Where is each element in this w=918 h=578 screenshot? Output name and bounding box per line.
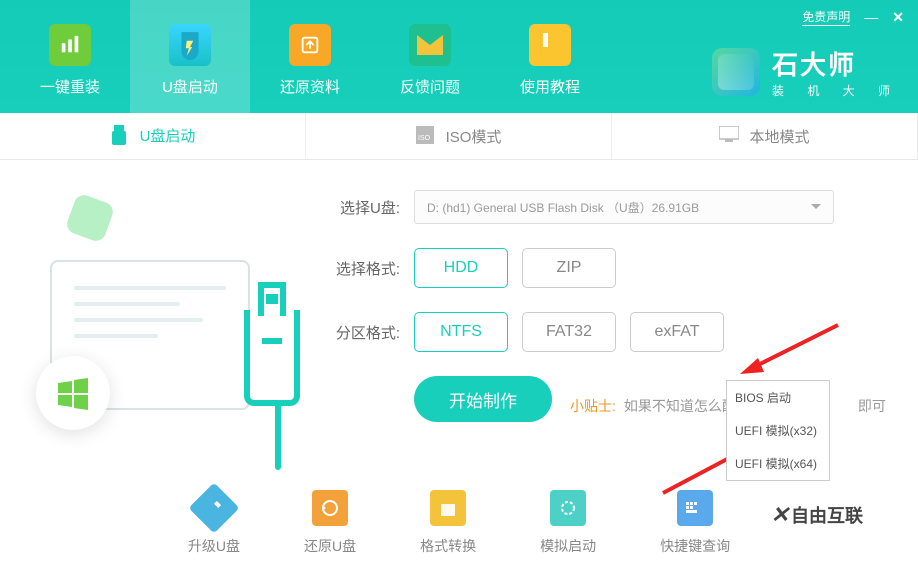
tip-tail: 即可 [858, 396, 886, 416]
mode-tabs: U盘启动 ISO ISO模式 本地模式 [0, 113, 918, 160]
watermark-x-icon: ✕ [771, 502, 787, 528]
format-label: 选择格式: [320, 258, 400, 279]
reinstall-icon [49, 24, 91, 66]
fs-option-ntfs[interactable]: NTFS [414, 312, 508, 352]
feedback-icon [409, 24, 451, 66]
logo-mark-icon [712, 48, 760, 96]
tool-label: 升级U盘 [188, 536, 240, 556]
tool-upgrade-usb[interactable]: 升级U盘 [188, 490, 240, 556]
tool-format-convert[interactable]: 格式转换 [420, 490, 476, 556]
nav-label: 一键重装 [40, 76, 100, 97]
watermark-text: 自由互联 [791, 502, 863, 528]
close-button[interactable]: ✕ [892, 9, 904, 26]
nav-label: 反馈问题 [400, 76, 460, 97]
hotkey-icon [677, 490, 713, 526]
nav-item-usb-boot[interactable]: U盘启动 [130, 0, 250, 113]
format-convert-icon [430, 490, 466, 526]
tool-restore-usb[interactable]: 还原U盘 [304, 490, 356, 556]
svg-text:ISO: ISO [418, 135, 431, 142]
windows-icon [36, 356, 110, 430]
local-icon [719, 126, 739, 146]
tool-simulate-boot[interactable]: 模拟启动 [540, 490, 596, 556]
nav-label: 还原资料 [280, 76, 340, 97]
nav-item-reinstall[interactable]: 一键重装 [10, 0, 130, 113]
disclaimer-link[interactable]: 免责声明 [802, 8, 850, 26]
popup-item-uefi-x32[interactable]: UEFI 模拟(x32) [727, 414, 829, 447]
usb-icon [110, 125, 130, 145]
tool-label: 格式转换 [420, 536, 476, 556]
simulate-boot-icon [550, 490, 586, 526]
tab-label: ISO模式 [446, 126, 502, 147]
main-nav: 一键重装 U盘启动 还原资料 反馈问题 使用教程 [10, 0, 610, 113]
brand-logo: 石大师 装 机 大 师 [712, 45, 900, 99]
restore-usb-icon [312, 490, 348, 526]
illustration [30, 190, 290, 480]
popup-item-bios[interactable]: BIOS 启动 [727, 381, 829, 414]
usb-select-value: D: (hd1) General USB Flash Disk （U盘）26.9… [427, 199, 699, 216]
chevron-down-icon [811, 204, 821, 214]
brand-subtitle: 装 机 大 师 [772, 82, 900, 99]
tool-hotkey-lookup[interactable]: 快捷键查询 [660, 490, 730, 556]
tab-iso-mode[interactable]: ISO ISO模式 [306, 113, 612, 159]
restore-icon [289, 24, 331, 66]
minimize-button[interactable]: — [864, 9, 878, 25]
usb-boot-icon [169, 24, 211, 66]
format-option-hdd[interactable]: HDD [414, 248, 508, 288]
fs-option-fat32[interactable]: FAT32 [522, 312, 616, 352]
brand-name: 石大师 [772, 45, 900, 82]
watermark: ✕ 自由互联 [771, 502, 863, 528]
title-bar: 免责声明 — ✕ [788, 0, 918, 34]
start-button[interactable]: 开始制作 [414, 376, 552, 422]
fs-label: 分区格式: [320, 322, 400, 343]
tip-label: 小贴士: [570, 396, 616, 416]
tab-usb-boot[interactable]: U盘启动 [0, 113, 306, 159]
tab-label: U盘启动 [140, 125, 196, 146]
boot-mode-popup: BIOS 启动 UEFI 模拟(x32) UEFI 模拟(x64) [726, 380, 830, 481]
tab-local-mode[interactable]: 本地模式 [612, 113, 918, 159]
tool-label: 快捷键查询 [660, 536, 730, 556]
nav-item-restore[interactable]: 还原资料 [250, 0, 370, 113]
popup-item-uefi-x64[interactable]: UEFI 模拟(x64) [727, 447, 829, 480]
tool-label: 还原U盘 [304, 536, 356, 556]
nav-item-tutorial[interactable]: 使用教程 [490, 0, 610, 113]
app-header: 免责声明 — ✕ 一键重装 U盘启动 还原资料 反馈问题 [0, 0, 918, 113]
tool-label: 模拟启动 [540, 536, 596, 556]
fs-option-exfat[interactable]: exFAT [630, 312, 724, 352]
usb-select[interactable]: D: (hd1) General USB Flash Disk （U盘）26.9… [414, 190, 834, 224]
select-usb-label: 选择U盘: [320, 197, 400, 218]
tutorial-icon [529, 24, 571, 66]
upgrade-usb-icon [188, 483, 239, 534]
nav-label: U盘启动 [162, 76, 218, 97]
format-option-zip[interactable]: ZIP [522, 248, 616, 288]
iso-icon: ISO [416, 126, 436, 146]
nav-item-feedback[interactable]: 反馈问题 [370, 0, 490, 113]
nav-label: 使用教程 [520, 76, 580, 97]
tab-label: 本地模式 [749, 126, 809, 147]
